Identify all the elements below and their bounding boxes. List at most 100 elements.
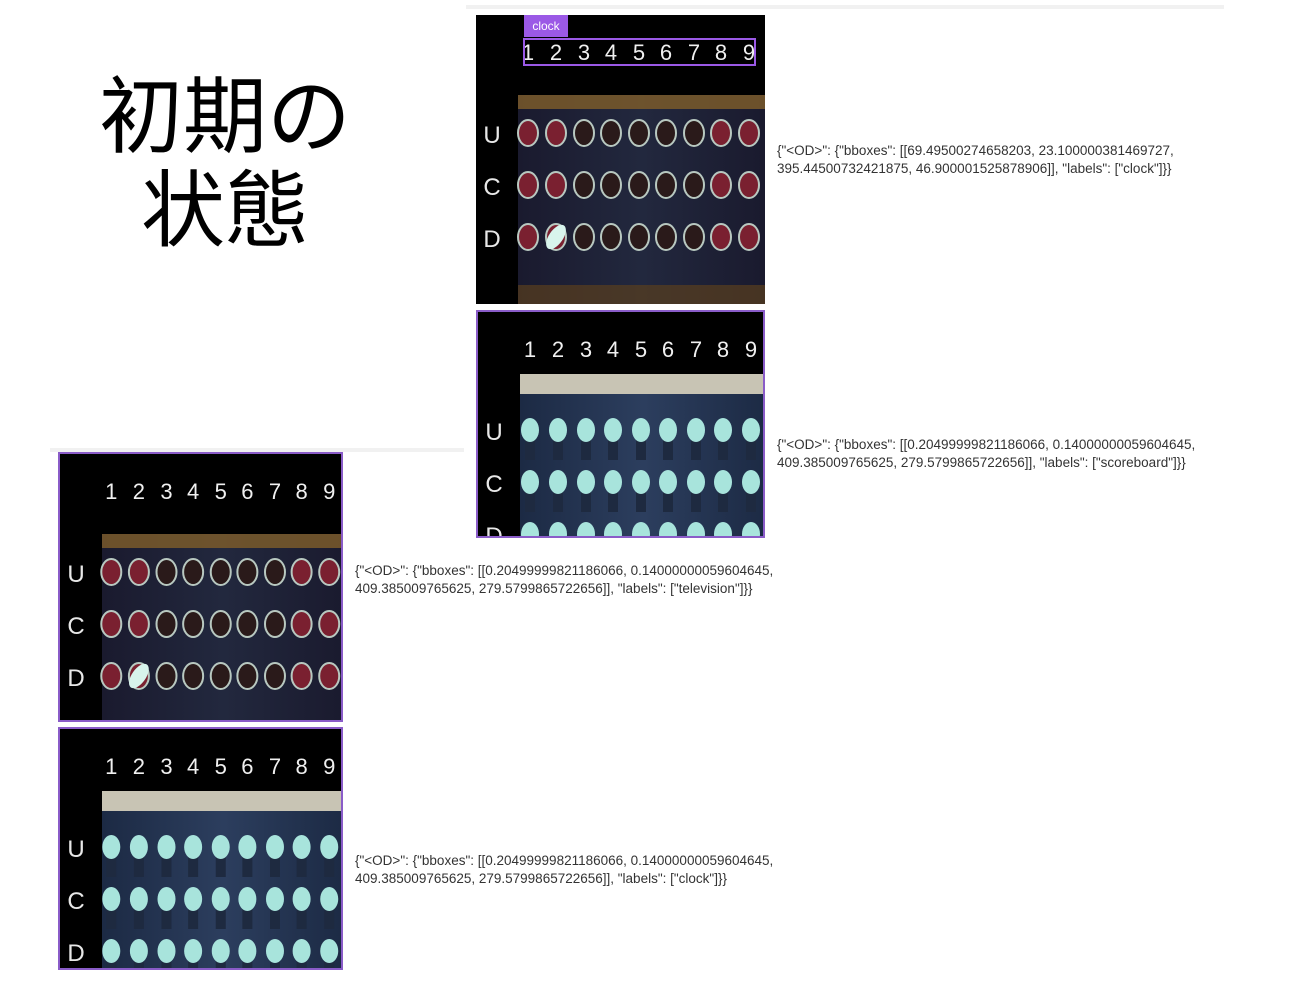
tube: [157, 887, 176, 911]
json-line-1: {"<OD>": {"bboxes": [[0.2049999982118606…: [355, 563, 774, 578]
tube: [127, 610, 150, 638]
tube: [100, 610, 123, 638]
column-number-9: 9: [323, 754, 335, 779]
json-output-top-scoreboard: {"<OD>": {"bboxes": [[0.2049999982118606…: [777, 436, 1225, 472]
tube: [209, 610, 232, 638]
tube: [687, 470, 705, 494]
tube: [573, 119, 595, 147]
tube: [632, 470, 650, 494]
tube: [573, 223, 595, 251]
tube: [102, 887, 121, 911]
tube: [265, 835, 284, 859]
tube: [710, 171, 732, 199]
tube: [292, 887, 311, 911]
tube: [238, 835, 257, 859]
column-number-4: 4: [605, 40, 617, 65]
column-number-9: 9: [745, 337, 757, 362]
detection-label-text: clock: [532, 19, 560, 33]
column-number-1: 1: [524, 337, 536, 362]
tube: [155, 610, 178, 638]
tube: [292, 835, 311, 859]
json-line-2: 409.385009765625, 279.5799865722656]], "…: [355, 581, 753, 596]
tube: [184, 939, 203, 963]
tube: [545, 119, 567, 147]
panel-bottom-television: 123456789 UCD: [58, 452, 343, 722]
tube: [710, 223, 732, 251]
tube: [184, 835, 203, 859]
row-letter-C: C: [485, 471, 502, 498]
tube: [236, 610, 259, 638]
tube: [659, 470, 677, 494]
column-number-9: 9: [323, 479, 335, 504]
column-number-5: 5: [215, 754, 227, 779]
column-number-5: 5: [635, 337, 647, 362]
tube: [290, 558, 313, 586]
tube: [600, 223, 622, 251]
tube: [236, 558, 259, 586]
column-number-1: 1: [105, 754, 117, 779]
tube: [320, 939, 339, 963]
tube: [683, 171, 705, 199]
row-letter-U: U: [67, 561, 84, 588]
board-top-strip: [102, 791, 341, 811]
tube: [157, 939, 176, 963]
column-number-3: 3: [160, 479, 172, 504]
column-number-6: 6: [241, 479, 253, 504]
tube: [238, 939, 257, 963]
column-number-5: 5: [633, 40, 645, 65]
top-separator: [466, 5, 1224, 9]
tube: [549, 418, 567, 442]
tube: [182, 662, 205, 690]
column-number-2: 2: [552, 337, 564, 362]
tube: [714, 418, 732, 442]
json-line-1: {"<OD>": {"bboxes": [[69.49500274658203,…: [777, 143, 1174, 158]
column-number-2: 2: [133, 754, 145, 779]
panel-top-scoreboard: 123456789 UC D: [476, 310, 765, 538]
tube: [577, 418, 595, 442]
column-number-7: 7: [690, 337, 702, 362]
json-output-bottom-television: {"<OD>": {"bboxes": [[0.2049999982118606…: [355, 562, 773, 598]
panel-bottom-clock-image: 1 2 3 4 5 6 7 8 9 UCD: [60, 729, 341, 968]
tube: [157, 835, 176, 859]
tube: [632, 418, 650, 442]
tube: [742, 418, 760, 442]
tube: [129, 939, 148, 963]
tube: [655, 171, 677, 199]
panel-bottom-television-image: 1 2 3 4 5 6 7 8 9 UCD: [60, 454, 341, 720]
tube: [100, 662, 123, 690]
row-letter-D: D: [483, 226, 500, 253]
tube: [265, 887, 284, 911]
tube: [127, 558, 150, 586]
tube: [320, 887, 339, 911]
tube: [545, 171, 567, 199]
json-line-2: 395.44500732421875, 46.900001525878906]]…: [777, 161, 1172, 176]
json-line-2: 409.385009765625, 279.5799865722656]], "…: [777, 455, 1186, 470]
tube: [100, 558, 123, 586]
tube: [209, 558, 232, 586]
column-number-3: 3: [578, 40, 590, 65]
json-line-1: {"<OD>": {"bboxes": [[0.2049999982118606…: [355, 853, 774, 868]
tube: [600, 171, 622, 199]
tube: [236, 662, 259, 690]
column-number-3: 3: [580, 337, 592, 362]
tube: [738, 223, 760, 251]
panel-top-scoreboard-image: 1 2 3 4 5 6 7 8 9 UC D: [478, 312, 763, 536]
board-area: [520, 392, 763, 536]
tube: [683, 119, 705, 147]
json-output-bottom-clock: {"<OD>": {"bboxes": [[0.2049999982118606…: [355, 852, 773, 888]
column-number-4: 4: [187, 754, 199, 779]
tube: [517, 171, 539, 199]
row-letter-C: C: [67, 888, 84, 915]
tube: [318, 558, 341, 586]
row-letter-D: D: [67, 940, 84, 967]
tube: [211, 887, 230, 911]
board-bottom-strip: [518, 285, 765, 304]
tube: [655, 223, 677, 251]
row-letter-C: C: [483, 174, 500, 201]
tube: [209, 662, 232, 690]
column-number-3: 3: [160, 754, 172, 779]
tube: [738, 119, 760, 147]
tube: [290, 662, 313, 690]
column-number-4: 4: [607, 337, 619, 362]
tube: [238, 887, 257, 911]
